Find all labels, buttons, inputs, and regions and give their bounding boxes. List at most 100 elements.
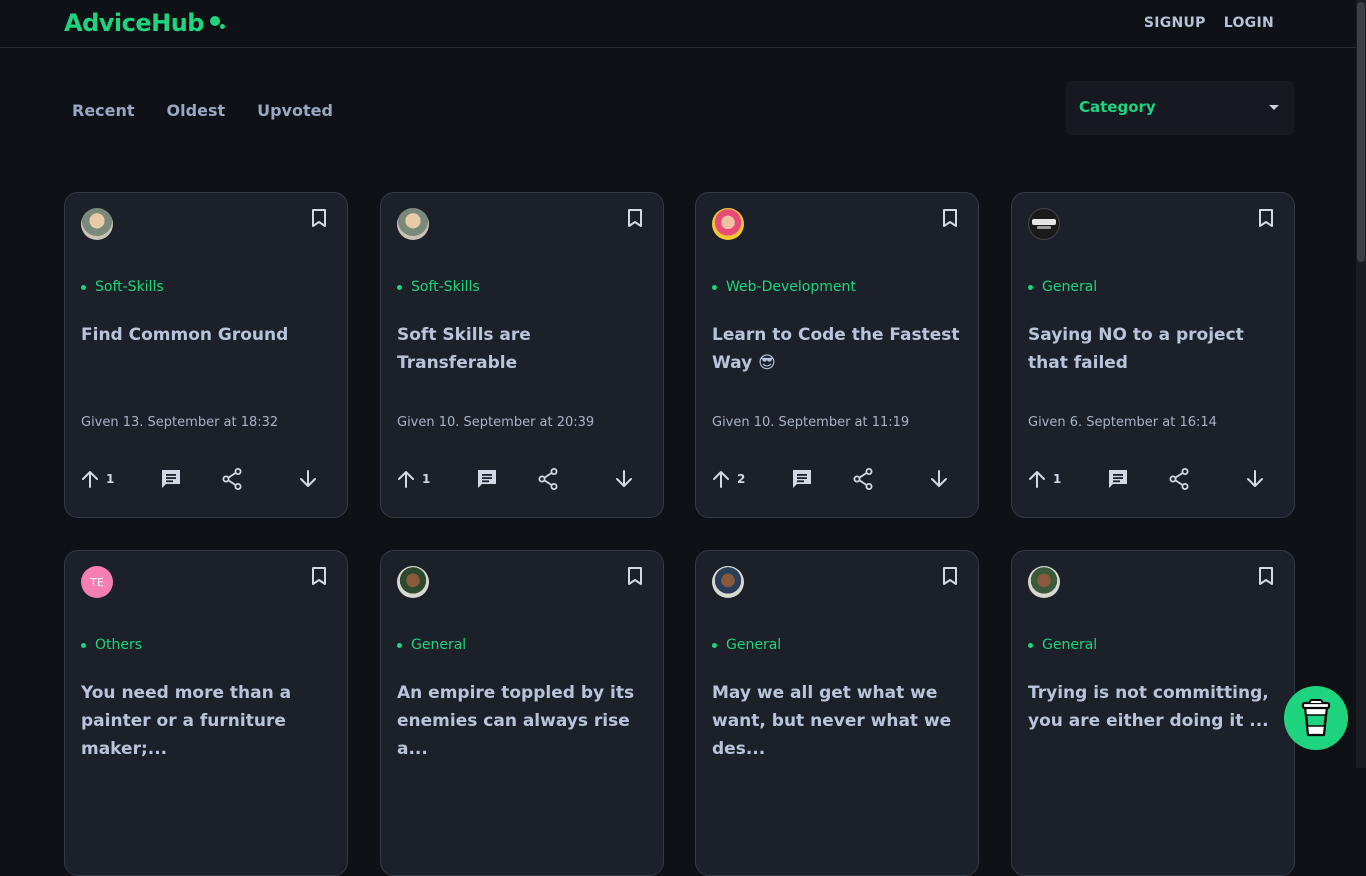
upvote-count: 1 [1053, 472, 1062, 486]
comment-icon [1109, 470, 1127, 488]
advice-date: Given 10. September at 11:19 [712, 415, 910, 430]
category-tag-label: Web-Development [726, 279, 856, 295]
comment-icon [478, 470, 496, 488]
avatar[interactable]: TE [81, 566, 113, 598]
category-tag-label: General [1042, 279, 1098, 295]
advice-card[interactable]: General May we all get what we want, but… [695, 550, 979, 876]
page-scrollbar[interactable] [1356, 0, 1366, 768]
downvote-button[interactable] [615, 467, 633, 491]
downvote-button[interactable] [1246, 467, 1264, 491]
sort-tabs: Recent Oldest Upvoted [72, 101, 333, 120]
category-tag-label: Soft-Skills [95, 279, 164, 295]
tab-oldest[interactable]: Oldest [167, 101, 226, 120]
dot-icon [81, 284, 86, 290]
upvote-button[interactable]: 1 [1028, 467, 1061, 491]
bookmark-icon[interactable] [626, 208, 644, 228]
signup-link[interactable]: SIGNUP [1144, 15, 1206, 31]
advice-title[interactable]: Saying NO to a project that failed [1028, 321, 1282, 377]
booba-games-logo-icon [1032, 219, 1056, 229]
dot-icon [1028, 284, 1033, 290]
bookmark-icon[interactable] [626, 566, 644, 586]
buy-coffee-button[interactable] [1284, 686, 1348, 750]
logo[interactable]: AdviceHub [64, 9, 227, 37]
bookmark-icon[interactable] [1257, 566, 1275, 586]
category-tag-label: Others [95, 637, 143, 653]
category-tag-label: General [1042, 637, 1098, 653]
avatar[interactable] [712, 566, 744, 598]
dot-icon [81, 642, 86, 648]
avatar[interactable] [1028, 566, 1060, 598]
advice-title[interactable]: An empire toppled by its enemies can alw… [397, 679, 651, 763]
avatar[interactable] [81, 208, 113, 240]
bookmark-icon[interactable] [941, 208, 959, 228]
avatar[interactable] [397, 566, 429, 598]
category-tag-label: General [411, 637, 467, 653]
upvote-button[interactable]: 1 [81, 467, 114, 491]
advice-card[interactable]: Web-Development Learn to Code the Fastes… [695, 192, 979, 518]
tab-recent[interactable]: Recent [72, 101, 135, 120]
advice-card[interactable]: Soft-Skills Soft Skills are Transferable… [380, 192, 664, 518]
bookmark-icon[interactable] [310, 208, 328, 228]
category-tag[interactable]: Soft-Skills [81, 279, 164, 295]
advice-title[interactable]: Trying is not committing, you are either… [1028, 679, 1282, 735]
upvote-button[interactable]: 2 [712, 467, 745, 491]
login-link[interactable]: LOGIN [1224, 15, 1274, 31]
avatar[interactable] [397, 208, 429, 240]
advice-card[interactable]: General Trying is not committing, you ar… [1011, 550, 1295, 876]
arrow-up-icon [82, 471, 98, 488]
scrollbar-thumb[interactable] [1357, 2, 1365, 262]
card-actions: 1 [81, 467, 333, 493]
comment-button[interactable] [1107, 467, 1129, 491]
comment-icon [162, 470, 180, 488]
advice-title[interactable]: Soft Skills are Transferable [397, 321, 651, 377]
bookmark-icon[interactable] [1257, 208, 1275, 228]
share-button[interactable] [853, 467, 873, 491]
caret-down-icon [1269, 105, 1279, 110]
downvote-button[interactable] [930, 467, 948, 491]
advice-title[interactable]: Learn to Code the Fastest Way 😎 [712, 321, 966, 377]
share-icon [853, 468, 873, 490]
share-icon [1169, 468, 1189, 490]
category-select-label: Category [1079, 98, 1156, 116]
share-button[interactable] [1169, 467, 1189, 491]
advice-title[interactable]: May we all get what we want, but never w… [712, 679, 966, 763]
avatar-initials: TE [90, 575, 104, 589]
advice-title[interactable]: You need more than a painter or a furnit… [81, 679, 335, 763]
bookmark-icon[interactable] [941, 566, 959, 586]
upvote-count: 1 [106, 472, 115, 486]
advice-card[interactable]: TE Others You need more than a painter o… [64, 550, 348, 876]
upvote-button[interactable]: 1 [397, 467, 430, 491]
category-tag[interactable]: General [1028, 279, 1097, 295]
advice-title[interactable]: Find Common Ground [81, 321, 335, 349]
comment-button[interactable] [160, 467, 182, 491]
arrow-up-icon [398, 471, 414, 488]
dot-icon [712, 642, 717, 648]
downvote-button[interactable] [299, 467, 317, 491]
comment-button[interactable] [476, 467, 498, 491]
dot-icon [712, 284, 717, 290]
comment-button[interactable] [791, 467, 813, 491]
category-select[interactable]: Category [1066, 81, 1294, 135]
advice-card[interactable]: General Saying NO to a project that fail… [1011, 192, 1295, 518]
category-tag[interactable]: General [397, 637, 466, 653]
category-tag-label: General [726, 637, 782, 653]
advice-date: Given 10. September at 20:39 [397, 415, 595, 430]
bookmark-icon[interactable] [310, 566, 328, 586]
avatar[interactable] [712, 208, 744, 240]
tab-upvoted[interactable]: Upvoted [257, 101, 333, 120]
arrow-down-icon [300, 470, 316, 487]
coffee-cup-icon [1301, 699, 1331, 737]
category-tag[interactable]: General [712, 637, 781, 653]
share-button[interactable] [538, 467, 558, 491]
category-tag[interactable]: Soft-Skills [397, 279, 480, 295]
advice-card[interactable]: Soft-Skills Find Common Ground Given 13.… [64, 192, 348, 518]
avatar[interactable] [1028, 208, 1060, 240]
category-tag-label: Soft-Skills [411, 279, 480, 295]
category-tag[interactable]: General [1028, 637, 1097, 653]
share-icon [222, 468, 242, 490]
advice-card[interactable]: General An empire toppled by its enemies… [380, 550, 664, 876]
category-tag[interactable]: Web-Development [712, 279, 856, 295]
upvote-count: 1 [422, 472, 431, 486]
share-button[interactable] [222, 467, 242, 491]
category-tag[interactable]: Others [81, 637, 142, 653]
